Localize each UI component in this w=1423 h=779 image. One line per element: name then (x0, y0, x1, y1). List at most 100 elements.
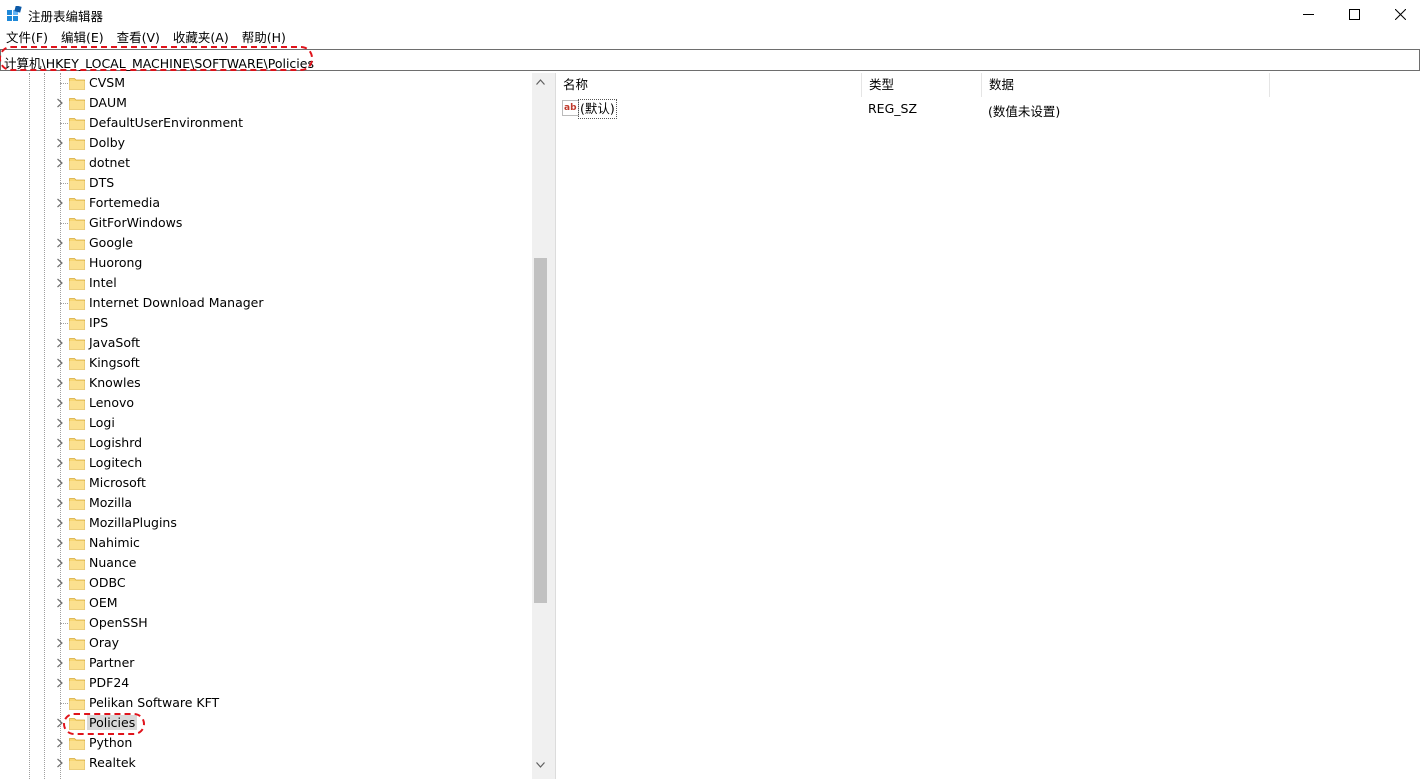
column-header-name[interactable]: 名称 (556, 73, 862, 97)
tree-item[interactable]: Knowles (0, 373, 532, 393)
chevron-right-icon[interactable] (55, 257, 65, 269)
tree-item[interactable]: Dolby (0, 133, 532, 153)
tree-item[interactable]: MozillaPlugins (0, 513, 532, 533)
tree-item[interactable]: JavaSoft (0, 333, 532, 353)
scroll-thumb[interactable] (534, 258, 547, 603)
folder-icon (69, 198, 85, 210)
tree-item[interactable]: Lenovo (0, 393, 532, 413)
menu-help[interactable]: 帮助(H) (236, 28, 293, 48)
tree-item-label: Google (89, 235, 134, 250)
chevron-right-icon[interactable] (55, 577, 65, 589)
tree-item[interactable]: Kingsoft (0, 353, 532, 373)
tree-item[interactable]: IPS (0, 313, 532, 333)
chevron-right-icon[interactable] (55, 417, 65, 429)
tree-item[interactable]: Intel (0, 273, 532, 293)
tree-item[interactable]: Mozilla (0, 493, 532, 513)
chevron-right-icon[interactable] (55, 717, 65, 729)
values-list-pane[interactable]: 名称 类型 数据 ab (默认) REG_SZ (数值未设置) (555, 73, 1423, 779)
tree-connector (60, 623, 68, 624)
address-bar[interactable]: 计算机\HKEY_LOCAL_MACHINE\SOFTWARE\Policies (0, 49, 1420, 71)
minimize-button[interactable] (1285, 0, 1331, 28)
tree-item[interactable]: Huorong (0, 253, 532, 273)
key-tree-pane[interactable]: CVSM DAUM DefaultUserEnvironment Dolby dotne… (0, 73, 549, 779)
tree-item[interactable]: DTS (0, 173, 532, 193)
chevron-right-icon[interactable] (55, 137, 65, 149)
chevron-right-icon[interactable] (55, 337, 65, 349)
chevron-right-icon[interactable] (55, 557, 65, 569)
column-header-data[interactable]: 数据 (982, 73, 1270, 97)
close-button[interactable] (1377, 0, 1423, 28)
tree-item[interactable]: OpenSSH (0, 613, 532, 633)
chevron-right-icon[interactable] (55, 637, 65, 649)
list-item[interactable]: ab (默认) REG_SZ (数值未设置) (556, 99, 1269, 119)
tree-item[interactable]: Policies (0, 713, 532, 733)
tree-item[interactable]: Logishrd (0, 433, 532, 453)
tree-item[interactable]: Google (0, 233, 532, 253)
chevron-right-icon[interactable] (55, 677, 65, 689)
tree-item[interactable]: Pelikan Software KFT (0, 693, 532, 713)
menu-view[interactable]: 查看(V) (111, 28, 167, 48)
tree-item[interactable]: DAUM (0, 93, 532, 113)
tree-scrollbar[interactable] (532, 73, 549, 779)
value-name[interactable]: (默认) (578, 99, 617, 119)
tree-item-label: DAUM (89, 95, 127, 110)
tree-item[interactable]: DefaultUserEnvironment (0, 113, 532, 133)
tree-item[interactable]: Fortemedia (0, 193, 532, 213)
tree-item-label: Python (89, 735, 133, 750)
address-path[interactable]: 计算机\HKEY_LOCAL_MACHINE\SOFTWARE\Policies (4, 53, 314, 72)
chevron-right-icon[interactable] (55, 437, 65, 449)
chevron-right-icon[interactable] (55, 737, 65, 749)
tree-item-label: Kingsoft (89, 355, 140, 370)
maximize-button[interactable] (1331, 0, 1377, 28)
tree-item[interactable]: Microsoft (0, 473, 532, 493)
chevron-right-icon[interactable] (55, 537, 65, 549)
chevron-right-icon[interactable] (55, 197, 65, 209)
tree-connector (60, 223, 68, 224)
chevron-right-icon[interactable] (55, 457, 65, 469)
chevron-right-icon[interactable] (55, 657, 65, 669)
tree-item[interactable]: Logi (0, 413, 532, 433)
scroll-up-button[interactable] (532, 73, 549, 90)
list-header: 名称 类型 数据 (556, 73, 1270, 97)
svg-text:ab: ab (564, 103, 577, 113)
chevron-right-icon[interactable] (55, 397, 65, 409)
chevron-down-icon (536, 761, 545, 768)
tree-item[interactable]: Partner (0, 653, 532, 673)
tree-item[interactable]: Realtek (0, 753, 532, 773)
column-header-type[interactable]: 类型 (862, 73, 982, 97)
tree-connector (60, 183, 68, 184)
tree-item[interactable]: PDF24 (0, 673, 532, 693)
chevron-right-icon[interactable] (55, 477, 65, 489)
tree-item[interactable]: Nahimic (0, 533, 532, 553)
chevron-right-icon[interactable] (55, 517, 65, 529)
tree-item[interactable]: GitForWindows (0, 213, 532, 233)
tree-item[interactable]: Logitech (0, 453, 532, 473)
tree-item[interactable]: Oray (0, 633, 532, 653)
tree-item-label: MozillaPlugins (89, 515, 177, 530)
chevron-right-icon[interactable] (55, 497, 65, 509)
tree-item[interactable]: dotnet (0, 153, 532, 173)
menu-edit[interactable]: 编辑(E) (55, 28, 111, 48)
tree-item[interactable]: Python (0, 733, 532, 753)
tree-item[interactable]: Nuance (0, 553, 532, 573)
tree-item-label: DTS (89, 175, 115, 190)
tree-item[interactable]: ODBC (0, 573, 532, 593)
chevron-right-icon[interactable] (55, 357, 65, 369)
scroll-down-button[interactable] (532, 756, 549, 773)
tree-item[interactable]: Internet Download Manager (0, 293, 532, 313)
chevron-right-icon[interactable] (55, 597, 65, 609)
menu-favorites[interactable]: 收藏夹(A) (167, 28, 236, 48)
chevron-right-icon[interactable] (55, 757, 65, 769)
tree-item-label: DefaultUserEnvironment (89, 115, 243, 130)
folder-icon (69, 698, 85, 710)
chevron-right-icon[interactable] (55, 157, 65, 169)
chevron-right-icon[interactable] (55, 377, 65, 389)
tree-item[interactable]: CVSM (0, 73, 532, 93)
menu-file[interactable]: 文件(F) (0, 28, 55, 48)
tree-item[interactable]: OEM (0, 593, 532, 613)
folder-icon (69, 598, 85, 610)
chevron-right-icon[interactable] (55, 97, 65, 109)
chevron-right-icon[interactable] (55, 237, 65, 249)
tree-connector (60, 703, 68, 704)
chevron-right-icon[interactable] (55, 277, 65, 289)
